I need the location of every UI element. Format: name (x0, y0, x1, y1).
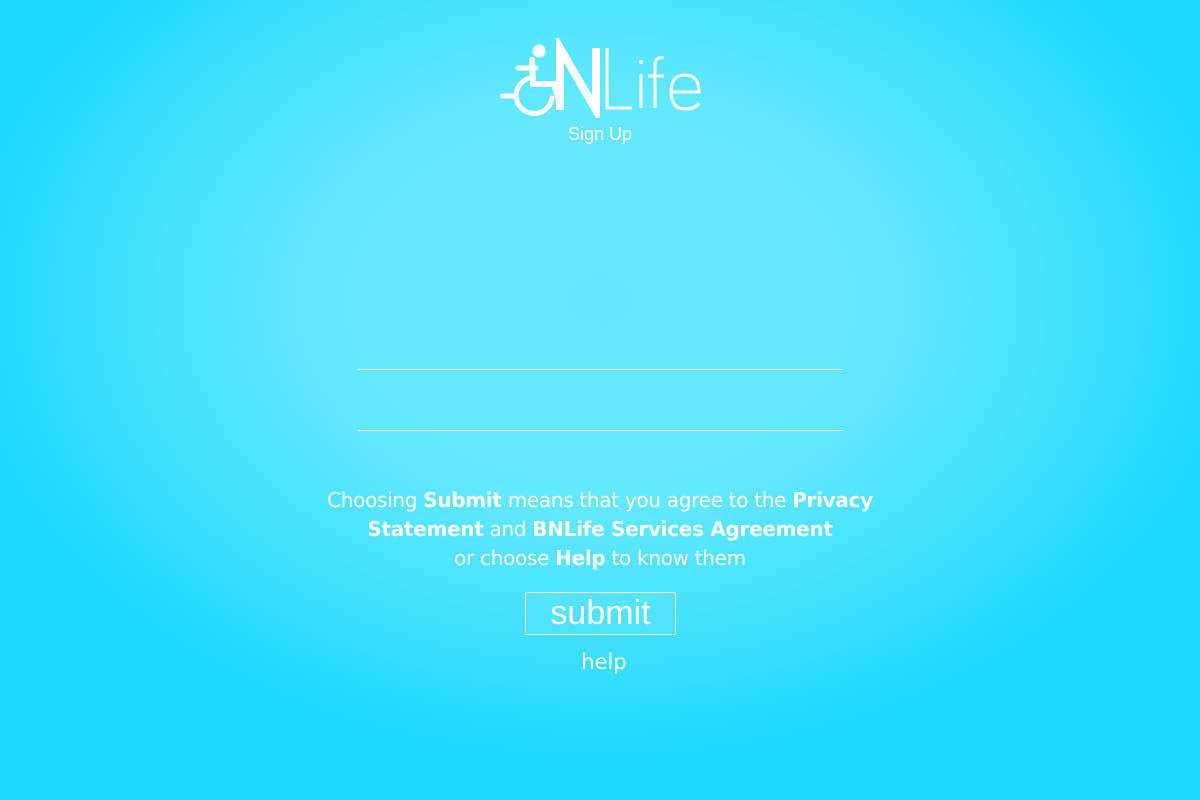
signup-field-1[interactable] (358, 341, 843, 370)
help-link[interactable]: help (0, 650, 1200, 674)
agreement-part-2: means that you agree to the (501, 488, 793, 512)
agreement-part-1: Choosing (327, 488, 424, 512)
wheelchair-icon (500, 38, 701, 118)
agreement-part-4: or choose (454, 546, 556, 570)
agreement-submit-word: Submit (423, 488, 502, 512)
services-agreement-link[interactable]: BNLife Services Agreement (532, 517, 833, 541)
agreement-part-5: to know them (605, 546, 747, 570)
bnlife-logo (500, 38, 704, 118)
page-subtitle: Sign Up (567, 124, 633, 144)
signup-field-2[interactable] (358, 402, 843, 431)
submit-button[interactable]: submit (525, 592, 676, 635)
agreement-text: Choosing Submit means that you agree to … (300, 486, 900, 573)
agreement-part-3: and (483, 517, 533, 541)
agreement-help-word: Help (555, 546, 606, 570)
